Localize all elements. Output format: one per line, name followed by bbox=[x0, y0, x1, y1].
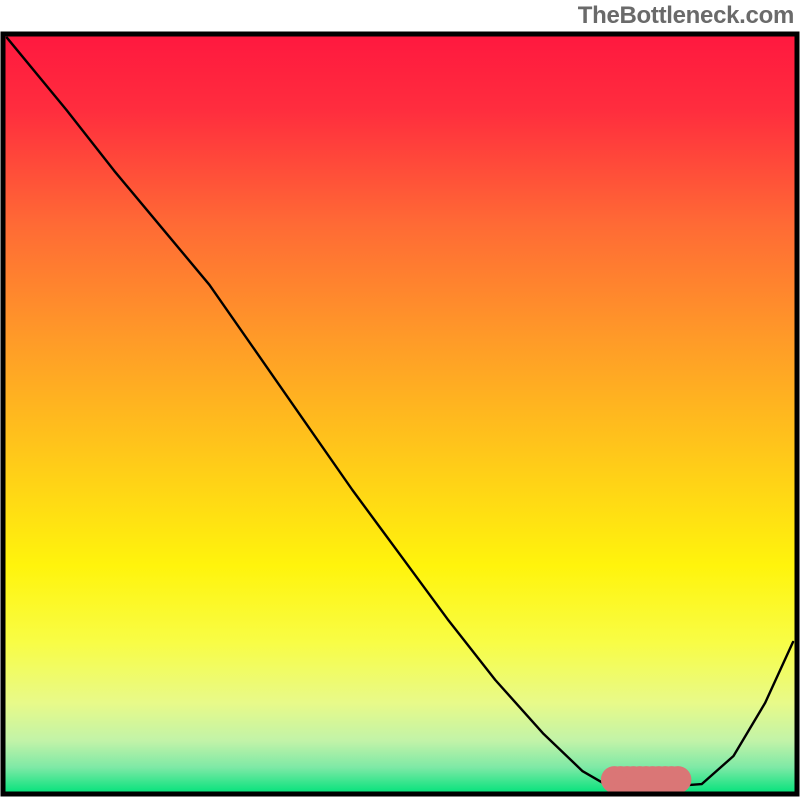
gradient-background bbox=[3, 34, 797, 794]
bottleneck-chart bbox=[0, 0, 800, 800]
optimal-zone-marker bbox=[601, 766, 692, 793]
chart-container: TheBottleneck.com bbox=[0, 0, 800, 800]
watermark-text: TheBottleneck.com bbox=[578, 2, 794, 30]
